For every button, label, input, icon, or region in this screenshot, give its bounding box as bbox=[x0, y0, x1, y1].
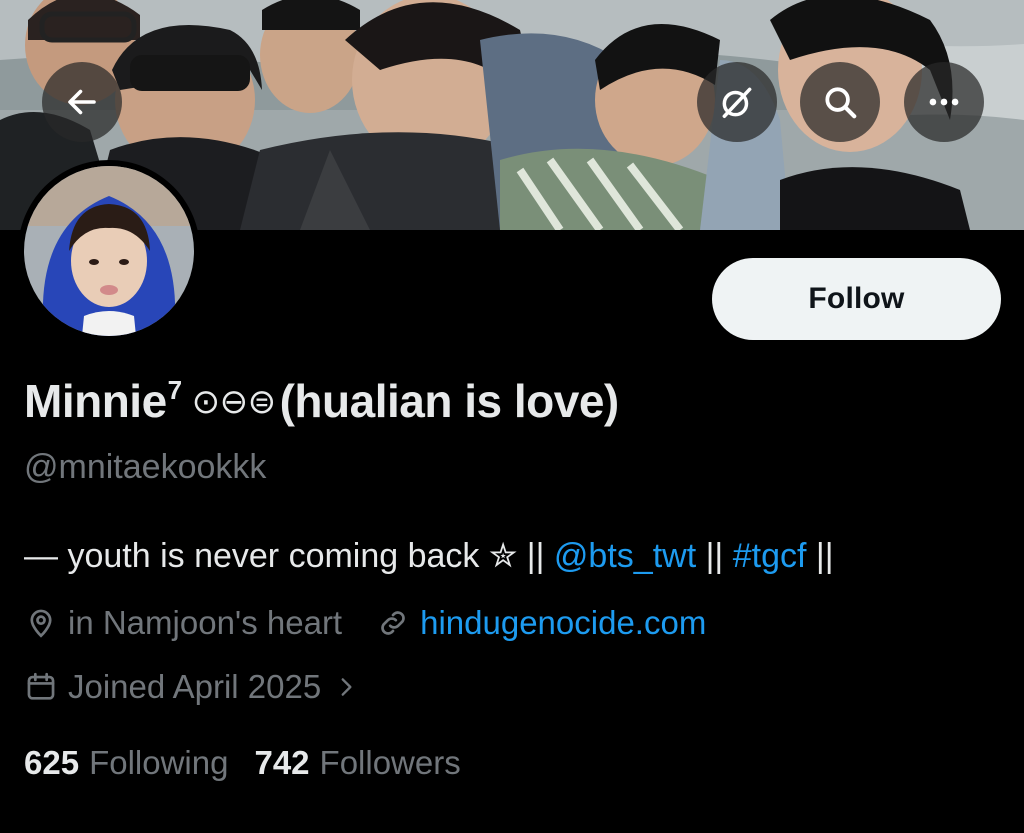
location-text: in Namjoon's heart bbox=[68, 604, 343, 641]
more-button[interactable] bbox=[904, 62, 984, 142]
profile-meta-row: in Namjoon's heart hindugenocide.com bbox=[24, 604, 706, 642]
bio-trailing-text: || bbox=[806, 537, 834, 575]
username-handle: @mnitaekookkk bbox=[24, 448, 267, 486]
bio-mention-link[interactable]: @bts_twt bbox=[554, 537, 696, 575]
bio-separator: || bbox=[696, 537, 733, 575]
display-name: Minnie7 ⊙⊖⊜(hualian is love) bbox=[24, 374, 619, 428]
followers-label: Followers bbox=[319, 744, 461, 781]
search-icon bbox=[825, 87, 857, 119]
follow-button[interactable]: Follow bbox=[712, 258, 1001, 340]
follow-stats: 625 Following 742 Followers bbox=[24, 744, 487, 782]
arrow-left-icon bbox=[68, 89, 96, 115]
chevron-right-icon bbox=[333, 674, 359, 700]
display-name-main: Minnie bbox=[24, 375, 167, 427]
search-button[interactable] bbox=[800, 62, 880, 142]
more-horizontal-icon bbox=[929, 98, 959, 106]
followers-count: 742 bbox=[254, 744, 310, 781]
followers-link[interactable]: 742 Followers bbox=[254, 744, 460, 782]
display-name-symbols: ⊙⊖⊜ bbox=[191, 383, 276, 421]
website-link[interactable]: hindugenocide.com bbox=[420, 604, 706, 642]
profile-avatar[interactable] bbox=[18, 160, 200, 342]
grok-button[interactable] bbox=[697, 62, 777, 142]
display-name-superscript: 7 bbox=[167, 375, 182, 405]
bio-text: — youth is never coming back ✮ || bbox=[24, 537, 554, 575]
following-label: Following bbox=[89, 744, 229, 781]
bio-hashtag-link[interactable]: #tgcf bbox=[733, 537, 807, 575]
joined-row[interactable]: Joined April 2025 bbox=[24, 668, 369, 706]
location-pin-icon bbox=[24, 606, 58, 640]
following-link[interactable]: 625 Following bbox=[24, 744, 228, 782]
profile-bio: — youth is never coming back ✮ || @bts_t… bbox=[24, 536, 834, 576]
avatar-photo bbox=[24, 166, 194, 336]
display-name-suffix: (hualian is love) bbox=[279, 375, 620, 427]
calendar-icon bbox=[24, 670, 58, 704]
link-icon bbox=[376, 606, 410, 640]
following-count: 625 bbox=[24, 744, 80, 781]
grok-icon bbox=[722, 87, 752, 118]
joined-date: Joined April 2025 bbox=[68, 668, 322, 705]
back-button[interactable] bbox=[42, 62, 122, 142]
